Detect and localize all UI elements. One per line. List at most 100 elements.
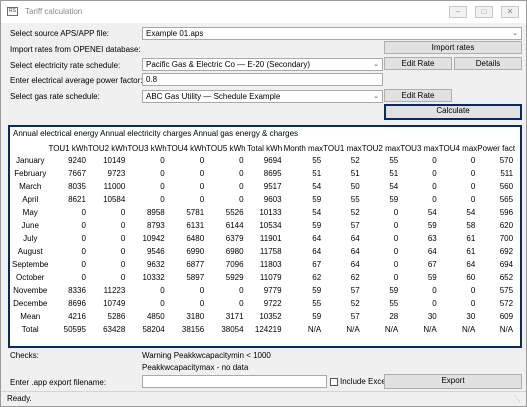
table-cell: 4216: [68, 312, 86, 321]
table-cell: 9546: [146, 247, 165, 256]
table-cell: 0: [160, 195, 165, 204]
table-cell: 55: [389, 156, 399, 165]
table-cell: 59: [427, 221, 437, 230]
table-row[interactable]: April 8621 10584 0 0 0 9603 59 55 59 0 0 565: [12, 193, 515, 206]
table-cell: 0: [470, 286, 476, 295]
resize-grip-icon[interactable]: ⋱: [514, 395, 523, 404]
table-cell: 0: [199, 299, 205, 308]
export-button[interactable]: Export: [384, 374, 522, 389]
table-row[interactable]: August 0 0 9546 6990 6980 11758 64 64 0 64 61 692: [12, 245, 515, 258]
table-cell: N/A: [384, 325, 399, 334]
table-cell: 59: [389, 195, 399, 204]
edit-electric-rate-button[interactable]: Edit Rate: [384, 57, 452, 70]
column-header[interactable]: TOU2 kWh: [88, 142, 127, 154]
include-excel-checkbox[interactable]: [330, 378, 338, 386]
table-cell: 9694: [263, 156, 282, 165]
table-cell: 0: [470, 169, 476, 178]
table-cell: 62: [350, 273, 360, 282]
table-row[interactable]: May 0 0 8958 5781 5526 10133 54 52 0 54 54 596: [12, 206, 515, 219]
table-cell: 6877: [186, 260, 205, 269]
edit-gas-rate-button[interactable]: Edit Rate: [384, 89, 452, 102]
table-cell: 692: [499, 247, 514, 256]
check-warning-1: Warning Peakkwcapacitymin < 1000: [142, 351, 271, 360]
table-row[interactable]: Decembe 8696 10749 0 0 0 9722 55 52 55 0 0 572: [12, 297, 515, 310]
export-filename-input[interactable]: [142, 375, 327, 388]
table-cell: 57: [350, 286, 360, 295]
details-button[interactable]: Details: [454, 57, 522, 70]
import-rates-button[interactable]: Import rates: [384, 41, 522, 54]
table-row[interactable]: March 8035 11000 0 0 0 9517 54 50 54 0 0 560: [12, 180, 515, 193]
table-row[interactable]: Mean 4216 5286 4850 3180 3171 10352 59 57 28 30 30 6…: [12, 310, 515, 323]
table-cell: 30: [427, 312, 437, 321]
table-cell: 0: [81, 273, 86, 282]
table-cell: 9603: [263, 195, 282, 204]
table-row[interactable]: October 0 0 10332 5897 5929 11079 62 62 0 59 60 652: [12, 271, 515, 284]
table-cell: 62: [312, 273, 322, 282]
table-cell: 52: [350, 299, 360, 308]
maximize-button[interactable]: □: [475, 6, 493, 18]
column-header[interactable]: TOU4 kWh: [167, 142, 206, 154]
table-cell: 11758: [259, 247, 282, 256]
table-cell: 11079: [259, 273, 282, 282]
title-bar[interactable]: RS Tariff calculation – □ ✕: [1, 1, 526, 23]
row-header-cell: Septembe: [12, 260, 49, 269]
table-cell: 9517: [263, 182, 282, 191]
table-cell: 6379: [225, 234, 244, 243]
table-row[interactable]: July 0 0 10942 6480 6379 11901 64 64 0 63 61 700: [12, 232, 515, 245]
column-header[interactable]: TOU1 max: [323, 142, 362, 154]
table-cell: 0: [160, 286, 165, 295]
table-cell: 51: [312, 169, 322, 178]
table-cell: 6131: [186, 221, 205, 230]
source-file-dropdown[interactable]: Example 01.aps ⌄: [142, 27, 522, 40]
table-cell: 50: [350, 182, 360, 191]
table-cell: 9632: [146, 260, 165, 269]
column-header[interactable]: TOU3 kWh: [127, 142, 166, 154]
table-row[interactable]: Total 50595 63428 58204 38156 38054 124219 N/A N…: [12, 323, 515, 336]
electricity-rate-dropdown[interactable]: Pacific Gas & Electric Co — E-20 (Second…: [142, 58, 383, 71]
table-cell: 64: [466, 260, 476, 269]
table-row[interactable]: January 9240 10149 0 0 0 9694 55 52 55 0 0 570: [12, 154, 515, 167]
column-header[interactable]: TOU3 max: [400, 142, 439, 154]
table-cell: 10942: [142, 234, 165, 243]
table-cell: N/A: [346, 325, 360, 334]
minimize-button[interactable]: –: [449, 6, 467, 18]
calculate-button[interactable]: Calculate: [384, 104, 522, 120]
column-header[interactable]: TOU5 kWh: [206, 142, 245, 154]
table-cell: 5526: [225, 208, 244, 217]
column-header[interactable]: Total kWh: [246, 142, 284, 154]
table-cell: 8696: [68, 299, 86, 308]
column-header[interactable]: TOU4 max: [439, 142, 478, 154]
table-cell: 54: [312, 182, 322, 191]
column-header[interactable]: Power fact: [477, 142, 515, 154]
row-header-cell: March: [19, 182, 42, 191]
table-row[interactable]: February 7667 9723 0 0 0 8695 51 51 51 0 0 511: [12, 167, 515, 180]
table-cell: 55: [312, 156, 322, 165]
table-row[interactable]: June 0 0 8793 6131 6144 10534 59 57 0 59 58 620: [12, 219, 515, 232]
gas-rate-dropdown[interactable]: ABC Gas Utility — Schedule Example ⌄: [142, 90, 383, 103]
results-table-panel[interactable]: Annual electrical energy Annual electric…: [8, 125, 522, 348]
row-header-cell: August: [17, 247, 43, 256]
table-cell: 0: [160, 169, 165, 178]
tariff-calculation-window: RS Tariff calculation – □ ✕ Select sourc…: [0, 0, 527, 407]
table-cell: 7096: [225, 260, 244, 269]
table-cell: 10133: [259, 208, 282, 217]
power-factor-input[interactable]: 0.8: [142, 73, 383, 86]
column-header[interactable]: TOU1 kWh: [48, 142, 87, 154]
column-header[interactable]: TOU2 max: [362, 142, 401, 154]
column-header[interactable]: [12, 142, 48, 154]
table-cell: 55: [312, 299, 322, 308]
table-cell: 8035: [68, 182, 86, 191]
gas-rate-label: Select gas rate schedule:: [10, 92, 100, 101]
close-button[interactable]: ✕: [501, 6, 519, 18]
table-row[interactable]: Septembe 0 0 9632 6877 7096 11803 67 64 0 67 64 694: [12, 258, 515, 271]
electricity-rate-value: Pacific Gas & Electric Co — E-20 (Second…: [146, 60, 311, 69]
table-cell: 57: [350, 312, 360, 321]
table-cell: 5286: [107, 312, 126, 321]
table-cell: 0: [199, 182, 205, 191]
table-cell: 7667: [68, 169, 86, 178]
include-excel-label: Include Excel: [340, 377, 388, 386]
table-row[interactable]: Novembe 8336 11223 0 0 0 9779 59 57 59 0 0 575: [12, 284, 515, 297]
table-cell: 0: [120, 273, 126, 282]
table-cell: 9240: [68, 156, 86, 165]
column-header[interactable]: Month max: [284, 142, 324, 154]
